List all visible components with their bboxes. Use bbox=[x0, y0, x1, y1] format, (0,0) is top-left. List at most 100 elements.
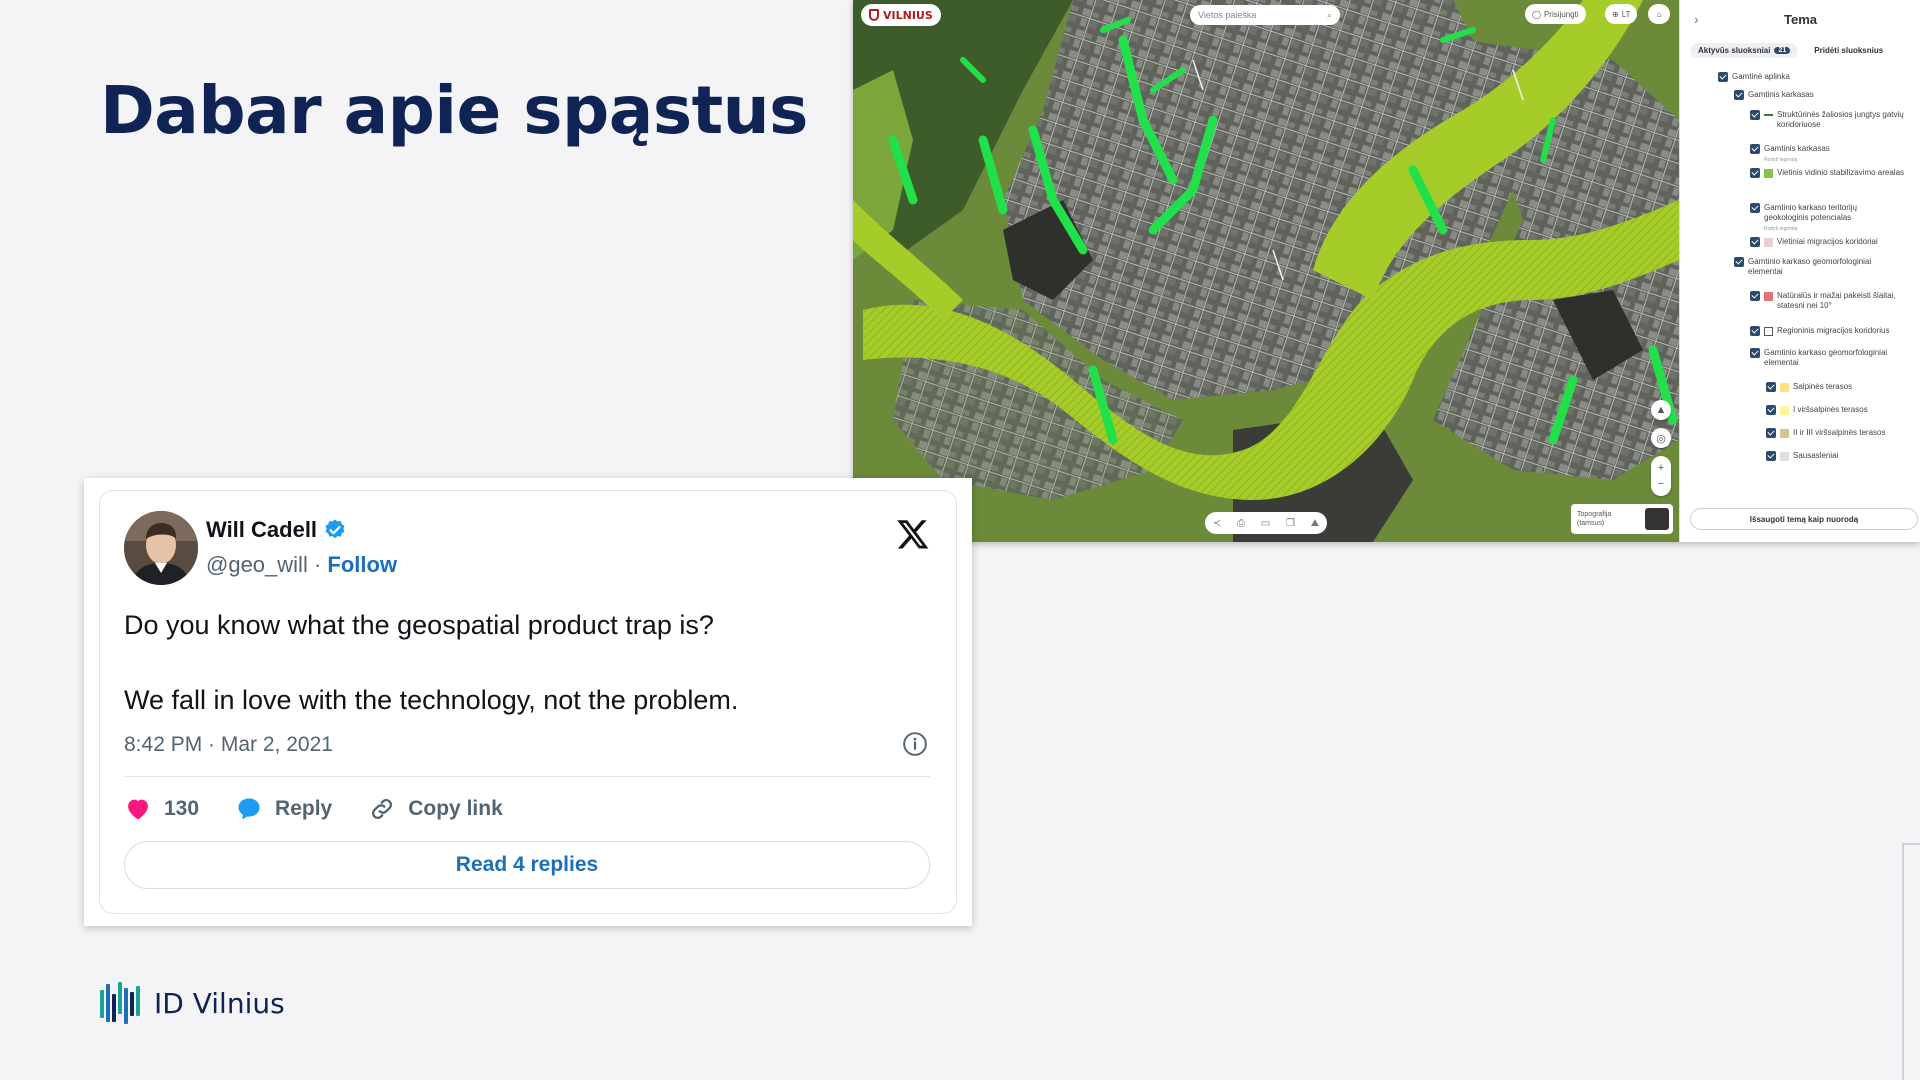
layer-checkbox[interactable] bbox=[1750, 168, 1760, 178]
tweet-text-line: We fall in love with the technology, not… bbox=[124, 685, 739, 715]
tab-active-label: Aktyvūs sluoksniai bbox=[1698, 45, 1771, 55]
tab-active-layers[interactable]: Aktyvūs sluoksniai 21 bbox=[1690, 42, 1799, 58]
fill-swatch bbox=[1764, 169, 1773, 178]
copy-link-button[interactable]: Copy link bbox=[368, 795, 503, 823]
follow-button[interactable]: Follow bbox=[327, 552, 397, 577]
read-replies-button[interactable]: Read 4 replies bbox=[124, 841, 930, 889]
place-search-input[interactable]: Vietos paieška ⌕ bbox=[1190, 5, 1340, 25]
theme-panel: › Tema Aktyvūs sluoksniai 21 Pridėti slu… bbox=[1679, 0, 1920, 542]
like-button[interactable]: 130 bbox=[124, 795, 199, 823]
tweet-timestamp[interactable]: 8:42 PM · Mar 2, 2021 bbox=[124, 733, 333, 757]
panel-header: › Tema bbox=[1680, 0, 1920, 40]
layer-checkbox[interactable] bbox=[1766, 382, 1776, 392]
zoom-out-icon[interactable]: − bbox=[1658, 476, 1664, 492]
layer-item[interactable]: Natūralūs ir mažai pakeisti šlaitai, sta… bbox=[1750, 291, 1910, 311]
user-icon: ◯ bbox=[1532, 9, 1541, 19]
basemap-label: Topografija (tamsus) bbox=[1577, 511, 1612, 527]
active-layers-count-badge: 21 bbox=[1774, 46, 1791, 54]
show-legend-link[interactable]: Rodyti legendą bbox=[1764, 226, 1797, 232]
tweet-text: Do you know what the geospatial product … bbox=[124, 607, 738, 719]
layer-checkbox[interactable] bbox=[1766, 405, 1776, 415]
layer-item[interactable]: Gamtinė aplinka bbox=[1718, 72, 1918, 82]
basemap-switcher[interactable]: Topografija (tamsus) bbox=[1571, 504, 1673, 534]
layer-item[interactable]: Salpinės terasos bbox=[1766, 382, 1920, 392]
basemap-thumbnail bbox=[1645, 508, 1669, 530]
layer-item[interactable]: Sausasleniai bbox=[1766, 451, 1920, 461]
locate-button[interactable]: ◎ bbox=[1651, 428, 1671, 448]
map-tools-bar: ≺ ⎙ ▭ ❐ ⛰ bbox=[1205, 512, 1327, 534]
layer-checkbox[interactable] bbox=[1734, 257, 1744, 267]
fill-swatch bbox=[1780, 452, 1789, 461]
language-button[interactable]: ⊕ LT bbox=[1605, 4, 1638, 24]
layer-item[interactable]: Vietinis vidinio stabilizavimo arealas bbox=[1750, 168, 1910, 178]
author-name[interactable]: Will Cadell bbox=[206, 517, 347, 543]
share-icon[interactable]: ≺ bbox=[1213, 518, 1221, 529]
layer-item[interactable]: Gamtinio karkaso teritorijų geokologinis… bbox=[1750, 203, 1900, 223]
layer-checkbox[interactable] bbox=[1766, 451, 1776, 461]
layer-item[interactable]: Gamtinio karkaso geomorfologiniai elemen… bbox=[1750, 348, 1910, 368]
layer-checkbox[interactable] bbox=[1750, 326, 1760, 336]
save-theme-link-button[interactable]: Išsaugoti temą kaip nuorodą bbox=[1690, 508, 1918, 530]
print-icon[interactable]: ⎙ bbox=[1237, 518, 1245, 529]
fill-swatch bbox=[1764, 292, 1773, 301]
layer-item[interactable]: Regioninis migracijos koridorius bbox=[1750, 326, 1920, 336]
vilnius-brand-logo[interactable]: VILNIUS bbox=[861, 4, 941, 26]
layer-checkbox[interactable] bbox=[1750, 237, 1760, 247]
layer-item[interactable]: Gamtinis karkasas bbox=[1734, 90, 1920, 100]
zoom-in-icon[interactable]: + bbox=[1658, 460, 1664, 476]
layer-item[interactable]: Struktūrinės žaliosios jungtys gatvių ko… bbox=[1750, 110, 1910, 130]
reply-label: Reply bbox=[275, 797, 333, 820]
info-icon[interactable] bbox=[902, 731, 928, 757]
layer-checkbox[interactable] bbox=[1734, 90, 1744, 100]
locate-icon: ◎ bbox=[1656, 432, 1666, 445]
show-legend-link[interactable]: Rodyti legendą bbox=[1764, 157, 1797, 163]
layer-checkbox[interactable] bbox=[1766, 428, 1776, 438]
avatar[interactable] bbox=[124, 511, 198, 585]
fill-swatch bbox=[1780, 383, 1789, 392]
zoom-control[interactable]: + − bbox=[1651, 456, 1671, 496]
fill-swatch bbox=[1764, 327, 1773, 336]
fill-swatch bbox=[1764, 238, 1773, 247]
login-button[interactable]: ◯ Prisijungti bbox=[1525, 4, 1586, 24]
slide-title: Dabar apie spąstus bbox=[100, 72, 808, 149]
layer-label: Natūralūs ir mažai pakeisti šlaitai, sta… bbox=[1777, 291, 1896, 310]
panel-tabs: Aktyvūs sluoksniai 21 Pridėti sluoksnius bbox=[1680, 40, 1920, 60]
panel-title: Tema bbox=[1784, 12, 1817, 27]
like-count: 130 bbox=[164, 797, 200, 820]
layers-icon[interactable]: ❐ bbox=[1286, 518, 1295, 529]
layer-label: Gamtinė aplinka bbox=[1732, 72, 1790, 81]
x-logo-icon[interactable] bbox=[896, 517, 930, 551]
layer-checkbox[interactable] bbox=[1750, 144, 1760, 154]
tab-add-layers[interactable]: Pridėti sluoksnius bbox=[1806, 43, 1891, 58]
measure-icon[interactable]: ▭ bbox=[1261, 518, 1270, 529]
layer-item[interactable]: Vietiniai migracijos koridoriai bbox=[1750, 237, 1920, 247]
author-handle[interactable]: @geo_will bbox=[206, 552, 308, 577]
link-icon bbox=[372, 798, 393, 820]
layer-label: Gamtinis karkasas bbox=[1748, 90, 1814, 99]
layer-item[interactable]: Gamtinio karkaso geomorfologiniai elemen… bbox=[1734, 257, 1904, 277]
layer-label: Vietinis vidinio stabilizavimo arealas bbox=[1777, 168, 1905, 177]
reply-button[interactable]: Reply bbox=[235, 795, 332, 823]
layer-label: Struktūrinės žaliosios jungtys gatvių ko… bbox=[1777, 110, 1904, 129]
layer-checkbox[interactable] bbox=[1750, 348, 1760, 358]
layer-checkbox[interactable] bbox=[1750, 291, 1760, 301]
layer-checkbox[interactable] bbox=[1750, 110, 1760, 120]
layer-item[interactable]: I viršsalpinės terasos bbox=[1766, 405, 1920, 415]
compass-icon: ▲ bbox=[1655, 404, 1667, 416]
fill-swatch bbox=[1780, 429, 1789, 438]
compass-button[interactable]: ▲ bbox=[1651, 400, 1671, 420]
image-icon[interactable]: ⛰ bbox=[1311, 518, 1319, 529]
tweet-actions: 130 Reply Copy link bbox=[124, 795, 539, 823]
map-graphic bbox=[853, 0, 1679, 542]
layer-item[interactable]: II ir III viršsalpinės terasos bbox=[1766, 428, 1920, 438]
verified-badge-icon bbox=[325, 519, 345, 539]
layer-item[interactable]: Gamtinis karkasas bbox=[1750, 144, 1920, 154]
layer-label: Gamtinio karkaso geomorfologiniai elemen… bbox=[1748, 257, 1872, 276]
home-button[interactable]: ⌂ bbox=[1648, 4, 1670, 24]
layer-checkbox[interactable] bbox=[1718, 72, 1728, 82]
layer-label: Gamtinio karkaso teritorijų geokologinis… bbox=[1764, 203, 1857, 222]
map-canvas[interactable]: VILNIUS Vietos paieška ⌕ ◯ Prisijungti ⊕… bbox=[853, 0, 1679, 542]
copy-link-label: Copy link bbox=[408, 797, 503, 820]
layer-label: I viršsalpinės terasos bbox=[1793, 405, 1868, 414]
layer-checkbox[interactable] bbox=[1750, 203, 1760, 213]
